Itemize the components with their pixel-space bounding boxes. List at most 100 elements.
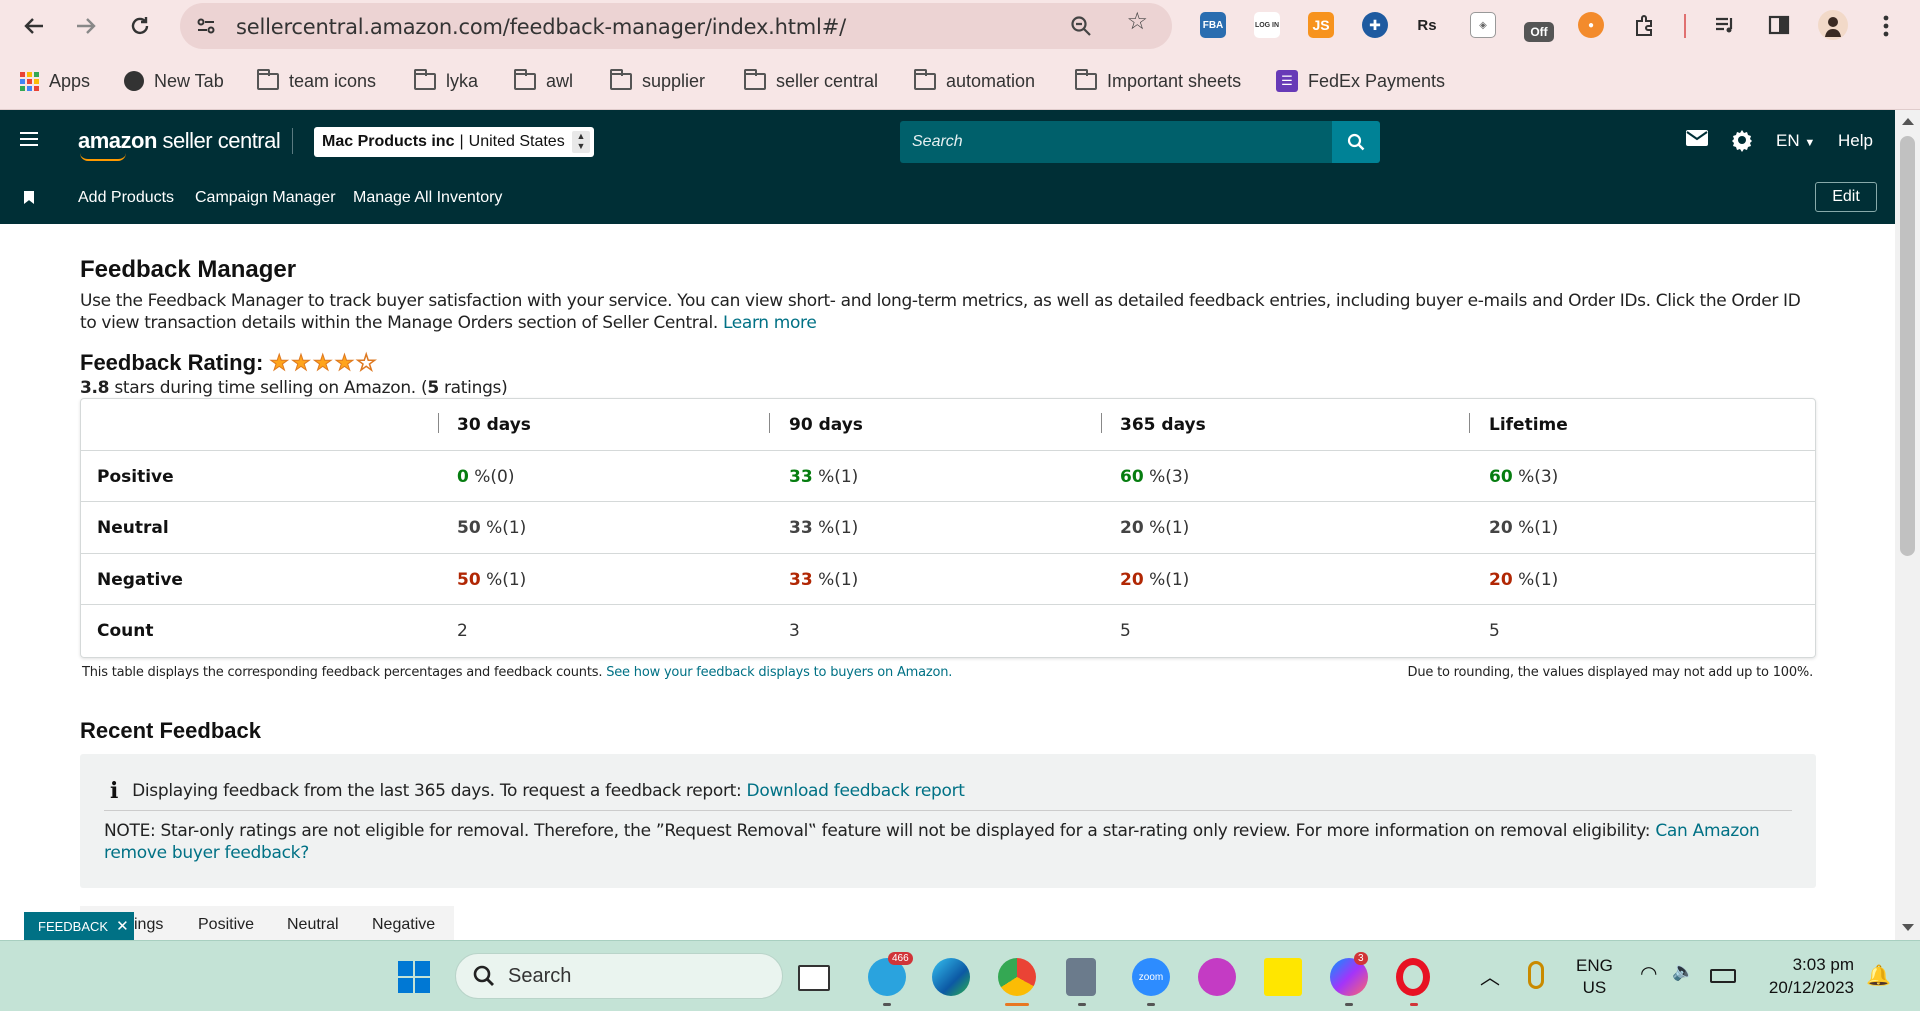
clock[interactable]: 3:03 pm 20/12/2023 bbox=[1758, 953, 1854, 999]
taskbar-search-label: Search bbox=[508, 964, 572, 987]
feedback-widget-button[interactable]: FEEDBACK ✕ bbox=[24, 912, 134, 940]
bookmark-icon[interactable] bbox=[24, 191, 34, 204]
account-name: Mac Products inc bbox=[322, 133, 455, 150]
bookmark-star-icon[interactable]: ☆ bbox=[1126, 10, 1148, 34]
see-feedback-display-link[interactable]: See how your feedback displays to buyers… bbox=[606, 665, 952, 680]
battery-icon[interactable] bbox=[1710, 969, 1736, 983]
back-icon[interactable] bbox=[18, 10, 50, 42]
fba-extension-icon[interactable]: FBA bbox=[1200, 12, 1226, 38]
tab-neutral[interactable]: Neutral bbox=[287, 916, 339, 934]
column-header-365-days: 365 days bbox=[1120, 415, 1206, 435]
toolbar-divider bbox=[1684, 14, 1686, 38]
search-button[interactable] bbox=[1332, 121, 1380, 163]
scrollbar-thumb[interactable] bbox=[1900, 136, 1915, 556]
circle-extension-icon[interactable]: ● bbox=[1578, 12, 1604, 38]
microphone-icon[interactable] bbox=[1528, 961, 1544, 989]
tray-overflow-icon[interactable]: ︿ bbox=[1480, 961, 1500, 990]
wifi-icon[interactable]: ◠ bbox=[1640, 961, 1657, 986]
side-panel-icon[interactable] bbox=[1766, 12, 1792, 38]
rs-extension-icon[interactable]: Rs bbox=[1414, 12, 1440, 38]
rating-label: Feedback Rating: bbox=[80, 350, 264, 375]
task-view-icon[interactable] bbox=[798, 965, 830, 991]
bookmark-supplier[interactable]: supplier bbox=[610, 68, 705, 94]
hamburger-menu-icon[interactable] bbox=[20, 132, 38, 146]
bookmark-seller-central[interactable]: seller central bbox=[744, 68, 878, 94]
close-icon[interactable]: ✕ bbox=[116, 917, 129, 935]
bookmark-important-sheets[interactable]: Important sheets bbox=[1075, 68, 1241, 94]
zoom-icon[interactable]: zoom bbox=[1132, 958, 1170, 996]
volume-icon[interactable]: 🔈 bbox=[1672, 961, 1694, 982]
cell-suffix: %(1) bbox=[1143, 518, 1190, 538]
site-info-icon[interactable] bbox=[196, 16, 216, 36]
calculator-icon[interactable] bbox=[1066, 958, 1096, 996]
opera-icon[interactable] bbox=[1396, 958, 1430, 996]
reload-icon[interactable] bbox=[124, 10, 156, 42]
windows-start-icon[interactable] bbox=[398, 961, 430, 993]
bookmark-fedex-payments[interactable]: ☰ FedEx Payments bbox=[1276, 68, 1445, 94]
address-bar[interactable]: sellercentral.amazon.com/feedback-manage… bbox=[180, 3, 1172, 49]
bookmark-team-icons[interactable]: team icons bbox=[257, 68, 376, 94]
bookmark-automation[interactable]: automation bbox=[914, 68, 1035, 94]
nav-campaign-manager[interactable]: Campaign Manager bbox=[195, 189, 336, 207]
messenger-icon[interactable]: 3 bbox=[1330, 952, 1368, 996]
account-switcher[interactable]: Mac Products inc | United States ▲ ▼ bbox=[314, 127, 594, 157]
js-extension-icon[interactable]: JS bbox=[1308, 12, 1334, 38]
date: 20/12/2023 bbox=[1768, 978, 1854, 997]
tab-positive[interactable]: Positive bbox=[198, 916, 254, 934]
nav-manage-all-inventory[interactable]: Manage All Inventory bbox=[353, 189, 502, 207]
star-filled-icon: ★ bbox=[312, 350, 333, 375]
scroll-up-icon[interactable] bbox=[1902, 118, 1914, 125]
mail-icon[interactable] bbox=[1686, 130, 1708, 151]
search-input[interactable]: Search bbox=[900, 121, 1332, 163]
edge-icon[interactable] bbox=[932, 958, 970, 996]
column-header-30-days: 30 days bbox=[457, 415, 531, 435]
telegram-icon[interactable]: 466 bbox=[868, 952, 913, 996]
help-link[interactable]: Help bbox=[1838, 131, 1873, 151]
edit-button[interactable]: Edit bbox=[1815, 182, 1877, 212]
table-note: This table displays the corresponding fe… bbox=[82, 665, 952, 680]
nav-add-products[interactable]: Add Products bbox=[78, 189, 174, 207]
forward-icon[interactable] bbox=[70, 10, 102, 42]
off-extension-icon[interactable]: Off bbox=[1524, 22, 1554, 42]
feedback-widget-label: FEEDBACK bbox=[38, 918, 109, 934]
table-note-text: This table displays the corresponding fe… bbox=[82, 665, 603, 680]
browser-menu-icon[interactable] bbox=[1870, 10, 1902, 42]
tab-negative[interactable]: Negative bbox=[372, 916, 435, 934]
wps-icon[interactable] bbox=[1198, 958, 1236, 996]
zoom-icon[interactable] bbox=[1070, 15, 1092, 37]
bookmark-lyka[interactable]: lyka bbox=[414, 68, 478, 94]
bookmark-label: lyka bbox=[446, 70, 479, 91]
switcher-arrows-icon: ▲ ▼ bbox=[572, 131, 590, 153]
chrome-icon[interactable] bbox=[998, 958, 1036, 996]
settings-gear-icon[interactable] bbox=[1730, 128, 1754, 157]
login-extension-icon[interactable]: LOG IN bbox=[1254, 12, 1280, 38]
page-scrollbar[interactable] bbox=[1895, 110, 1920, 940]
windows-taskbar: Search 466 zoom 3 ︿ ENG US ◠ 🔈 3:03 pm 2… bbox=[0, 940, 1920, 1011]
removal-note-text: NOTE: Star-only ratings are not eligible… bbox=[104, 821, 1651, 841]
profile-avatar[interactable] bbox=[1818, 10, 1848, 40]
info-text: Displaying feedback from the last 365 da… bbox=[132, 781, 965, 801]
search-icon bbox=[473, 965, 494, 986]
running-indicator bbox=[1147, 1003, 1155, 1006]
extensions-puzzle-icon[interactable] bbox=[1632, 12, 1658, 38]
bookmark-new-tab[interactable]: New Tab bbox=[124, 68, 224, 94]
running-indicator bbox=[1345, 1003, 1353, 1006]
media-control-icon[interactable] bbox=[1712, 12, 1738, 38]
bookmark-apps[interactable]: Apps bbox=[20, 68, 90, 94]
url-text[interactable]: sellercentral.amazon.com/feedback-manage… bbox=[236, 15, 846, 39]
rating-count-suffix: ratings) bbox=[438, 378, 508, 398]
sticky-notes-icon[interactable] bbox=[1264, 958, 1302, 996]
download-feedback-report-link[interactable]: Download feedback report bbox=[747, 781, 965, 801]
amazon-seller-central-logo[interactable]: amazon seller central bbox=[78, 128, 281, 154]
scroll-down-icon[interactable] bbox=[1902, 924, 1914, 931]
running-indicator bbox=[1078, 1003, 1086, 1006]
taskbar-search[interactable]: Search bbox=[455, 953, 783, 999]
language-selector[interactable]: EN ▼ bbox=[1776, 131, 1815, 151]
shield-extension-icon[interactable]: ◈ bbox=[1470, 12, 1496, 38]
bookmark-awl[interactable]: awl bbox=[514, 68, 573, 94]
tab-all-ratings[interactable]: ings bbox=[134, 916, 163, 934]
language-indicator[interactable]: ENG US bbox=[1576, 955, 1613, 999]
learn-more-link[interactable]: Learn more bbox=[723, 313, 817, 333]
notification-bell-icon[interactable]: 🔔 bbox=[1866, 963, 1891, 988]
plus-extension-icon[interactable]: ✚ bbox=[1362, 12, 1388, 38]
